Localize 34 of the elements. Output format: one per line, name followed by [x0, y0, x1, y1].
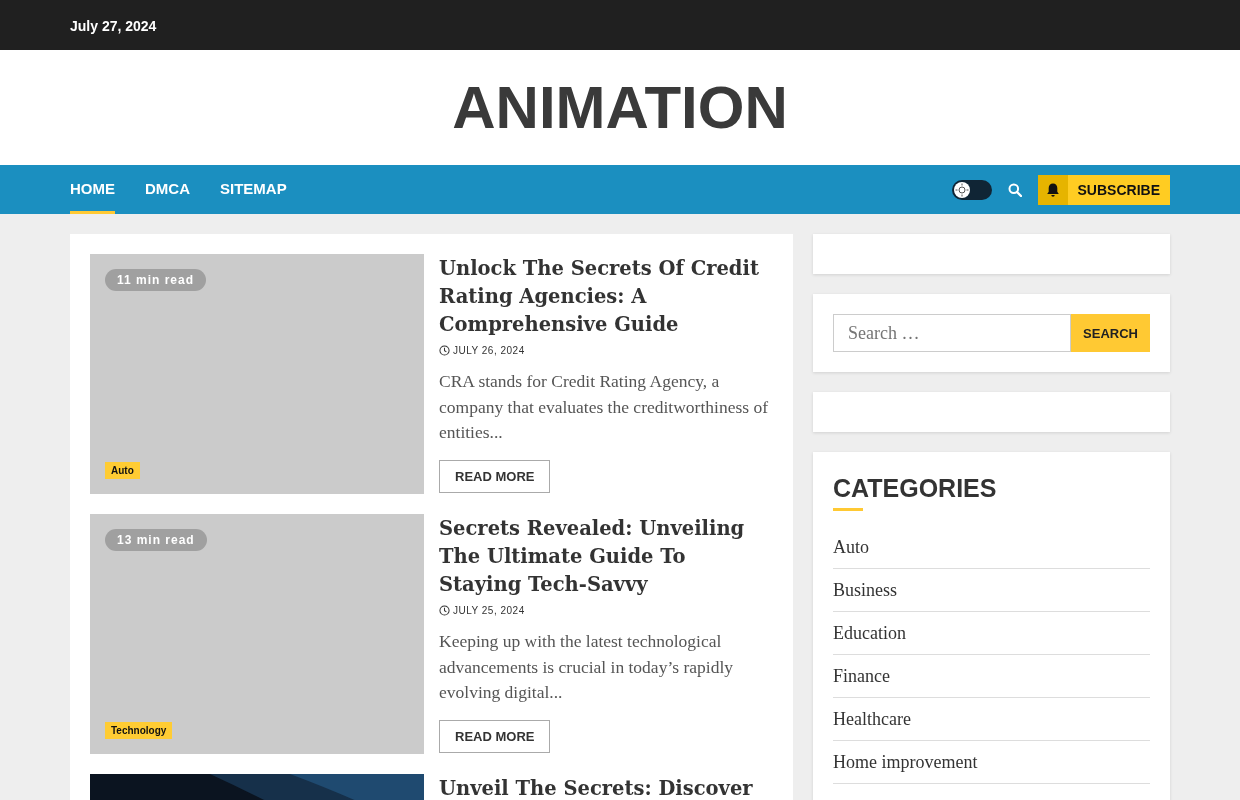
search-field[interactable]: Search …	[833, 314, 1072, 352]
clock-icon	[439, 345, 450, 356]
category-link[interactable]: Business	[833, 580, 1150, 612]
category-link[interactable]: Healthcare	[833, 709, 1150, 741]
clock-icon	[439, 605, 450, 616]
date-text: July 27, 2024	[70, 17, 157, 34]
site-title[interactable]: ANIMATION	[452, 73, 788, 142]
category-tag[interactable]: Technology	[105, 722, 173, 739]
theme-toggle[interactable]	[951, 179, 992, 200]
category-link[interactable]: Education	[833, 623, 1150, 655]
category-link[interactable]: Auto	[833, 537, 1150, 569]
sun-icon	[952, 180, 971, 199]
post-title[interactable]: Secrets Revealed: Unveiling The Ultimate Guide To Staying Tech-Savvy	[439, 515, 773, 599]
post-title[interactable]: Unveil The Secrets: Discover	[439, 775, 753, 800]
subscribe-button[interactable]: SUBSCRIBE	[1037, 174, 1170, 205]
nav-link[interactable]: SITEMAP	[220, 165, 287, 214]
category-tag[interactable]: Auto	[105, 462, 140, 479]
search-button[interactable]: SEARCH	[1071, 314, 1150, 352]
search-icon[interactable]	[1007, 182, 1022, 197]
nav-link[interactable]: HOME	[70, 165, 115, 214]
bell-icon	[1045, 181, 1060, 198]
read-time-badge: 11 min read	[105, 269, 207, 291]
categories-heading: CATEGORIES	[833, 473, 998, 504]
post-title[interactable]: Unlock The Secrets Of Credit Rating Agencies: A Comprehensive Guide	[439, 255, 773, 339]
post-date: JULY 26, 2024	[453, 345, 525, 356]
category-link[interactable]: Home improvement	[833, 752, 1150, 784]
post-date: JULY 25, 2024	[453, 605, 525, 616]
post-excerpt: CRA stands for Credit Rating Agency, a company that evaluates the creditworthiness of entities...	[439, 370, 769, 444]
read-time-badge: 13 min read	[105, 529, 207, 551]
nav-link[interactable]: DMCA	[145, 165, 190, 214]
post-excerpt: Keeping up with the latest technological advancements is crucial in today’s rapidly evolving digital...	[439, 630, 734, 704]
category-link[interactable]: Finance	[833, 666, 1150, 698]
read-more-button[interactable]: READ MORE	[439, 719, 551, 753]
read-more-button[interactable]: READ MORE	[439, 459, 551, 493]
